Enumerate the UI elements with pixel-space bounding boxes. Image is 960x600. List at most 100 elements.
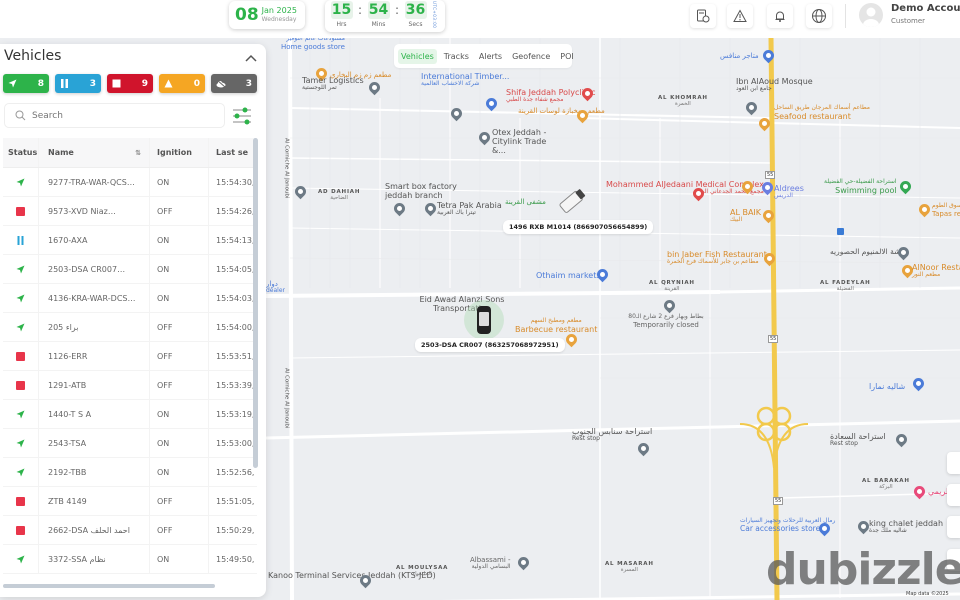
highway-shield: 55 <box>765 171 776 179</box>
divider <box>845 4 846 28</box>
place-binjaber[interactable]: bin Jaber Fish Restaurant مطاعم بن جابر ل… <box>667 250 767 266</box>
vehicle-truck-icon[interactable] <box>556 186 590 216</box>
layers-button[interactable] <box>947 516 960 538</box>
place-tetra[interactable]: Tetra Pak Arabia تيترا باك العربية <box>437 201 502 217</box>
vertical-scrollbar[interactable] <box>253 138 258 468</box>
name-cell: 3372-SSA نظام <box>39 545 150 573</box>
place-sanabis[interactable]: استراحة سنابس الجنوب Rest stop <box>572 427 652 443</box>
place-intl-timber[interactable]: International Timber... شركة الاخشاب العا… <box>421 72 509 88</box>
place-dealer[interactable]: دوار dealer <box>266 280 285 295</box>
ignition-cell: OFF <box>150 313 209 341</box>
vehicle-label[interactable]: 1496 RXB M1014 (866907056654899) <box>503 220 654 234</box>
table-row[interactable]: 9277-TRA-WAR-QCS…ON 15:54:30, 0 <box>3 168 257 197</box>
chip-offline[interactable]: 3 <box>211 74 257 93</box>
place-othaim[interactable]: Othaim markets <box>536 271 601 280</box>
name-cell: 9573-XVD Niaz… <box>39 197 150 225</box>
stop-square-icon <box>16 206 25 216</box>
col-last-seen[interactable]: Last se <box>209 138 257 167</box>
navigation-arrow-icon <box>16 468 25 476</box>
chip-alert[interactable]: 0 <box>159 74 205 93</box>
filter-sliders-icon[interactable] <box>231 105 253 127</box>
tab-poi[interactable]: POI <box>557 49 576 64</box>
notifications-button[interactable] <box>767 4 793 28</box>
table-row[interactable]: 2503-DSA CR007…ON 15:54:05, 0 <box>3 255 257 284</box>
place-fadela-pool[interactable]: استراحة الفضيلة-حي الفضيلة Swimming pool <box>824 178 897 195</box>
place-otex[interactable]: Otex Jeddah - Citylink Trade &... <box>492 128 562 156</box>
search-input[interactable] <box>32 110 202 121</box>
map-control-button[interactable] <box>947 452 960 474</box>
map-attribution: Map data ©2025 <box>906 591 949 597</box>
map-control-button[interactable] <box>947 484 960 506</box>
chip-stopped[interactable]: 9 <box>107 74 153 93</box>
place-munafes[interactable]: متاجر منافس <box>720 52 759 60</box>
tab-geofence[interactable]: Geofence <box>509 49 553 64</box>
place-aldrees[interactable]: Aldrees الدريس <box>774 184 804 200</box>
table-row[interactable]: ZTB 4149OFF 15:51:05, 0 <box>3 487 257 516</box>
reports-button[interactable] <box>690 4 716 28</box>
name-cell: 4136-KRA-WAR-DCS… <box>39 284 150 312</box>
place-medical[interactable]: Mohammed AlJedaani Medical Complex مجمع م… <box>606 180 764 196</box>
chevron-up-icon[interactable] <box>244 52 258 64</box>
avatar[interactable] <box>859 3 883 27</box>
place-tapas[interactable]: سوق الطومTapas resta <box>932 202 960 218</box>
area-dahiah: AD DAHIAH الضاحية <box>318 189 361 201</box>
tab-tracks[interactable]: Tracks <box>441 49 472 64</box>
last-seen-cell: 15:54:13, 0 <box>216 235 257 245</box>
place-nmara[interactable]: شاليه نمارا <box>869 382 905 391</box>
language-button[interactable] <box>806 4 832 28</box>
stop-square-icon <box>16 351 25 361</box>
table-row[interactable]: 2662-DSA احمد الحلفOFF 15:50:29, 0 <box>3 516 257 545</box>
place-bbq[interactable]: مطعم ومطبخ السهم Barbecue restaurant <box>515 317 597 334</box>
chip-moving[interactable]: 8 <box>3 74 49 93</box>
place-seafood[interactable]: مطاعم أسماك المرجان طريق الساحل Seafood r… <box>774 104 870 121</box>
table-row[interactable]: 205 براءOFF 15:54:00, 0 <box>3 313 257 342</box>
status-cell <box>3 545 39 573</box>
pause-icon <box>61 79 68 88</box>
tab-alerts[interactable]: Alerts <box>476 49 505 64</box>
place-tamer[interactable]: Tamer Logistics تمر اللوجستية <box>302 76 364 92</box>
table-row[interactable]: 1126-ERROFF 15:53:51, 0 <box>3 342 257 371</box>
place-battat[interactable]: بطاط وبهار فرع 2 شارع الـ80 Temporarily c… <box>626 313 706 329</box>
place-saada[interactable]: استراحة السعادة Rest stop <box>830 432 886 448</box>
table-row[interactable]: 2192-TBBON 15:52:56, 0 <box>3 458 257 487</box>
place-mosque[interactable]: Ibn AlAoud Mosque جامع ابن العود <box>736 77 813 93</box>
ignition-cell: ON <box>150 545 209 573</box>
bus-stop-icon[interactable] <box>837 228 844 235</box>
last-seen-cell: 15:54:05, 0 <box>216 264 257 274</box>
chip-idle[interactable]: 3 <box>55 74 101 93</box>
date-month-year: Jan 2025 <box>261 6 297 15</box>
table-row[interactable]: 1291-ATBOFF 15:53:39, 0 <box>3 371 257 400</box>
table-row[interactable]: 9573-XVD Niaz…OFF 15:54:26, 0 <box>3 197 257 226</box>
col-name[interactable]: Name ⇅ <box>39 138 150 167</box>
place-alnoor[interactable]: AlNoor Resta مطعم النور <box>912 263 960 279</box>
chip-count: 3 <box>89 78 96 89</box>
place-home-goods[interactable]: مستودعات عالم التوفير Home goods store <box>281 38 345 51</box>
table-row[interactable]: 2543-TSAON 15:53:00, 0 <box>3 429 257 458</box>
alerts-button[interactable] <box>727 4 753 28</box>
place-rim[interactable]: لريمي <box>928 487 948 496</box>
sort-icon[interactable]: ⇅ <box>135 149 141 157</box>
col-ignition[interactable]: Ignition <box>150 138 209 167</box>
chip-count: 3 <box>245 78 252 89</box>
bell-icon <box>775 11 785 22</box>
horizontal-scrollbar[interactable] <box>3 584 215 588</box>
col-status[interactable]: Status <box>3 138 39 167</box>
table-row[interactable]: 1670-AXAON 15:54:13, 0 <box>3 226 257 255</box>
vehicle-car-icon[interactable] <box>474 304 494 336</box>
tab-vehicles[interactable]: Vehicles <box>398 48 437 64</box>
place-king-chalet[interactable]: king chalet jeddah شاليه ملك جدة <box>869 519 943 535</box>
name-cell: 1126-ERR <box>39 342 150 370</box>
area-khomrah: AL KHOMRAH الخمرة <box>658 95 708 107</box>
area-moulysaa: AL MOULYSAA المليساء <box>396 565 449 577</box>
cloud-off-icon <box>216 79 226 88</box>
place-smartbox[interactable]: Smart box factory jeddah branch <box>385 182 465 200</box>
vehicle-label[interactable]: 2503-DSA CR007 (863257068972951) <box>415 338 565 352</box>
table-row[interactable]: 4136-KRA-WAR-DCS…ON 15:54:03, 0 <box>3 284 257 313</box>
table-row[interactable]: 1440-T S AON 15:53:19, 0 <box>3 400 257 429</box>
place-workshop[interactable]: ورشة الالمنيوم الحصوريه <box>830 247 908 257</box>
ignition-cell: ON <box>150 226 209 254</box>
place-albassami[interactable]: Albassami - البسامي الدولية <box>470 556 511 571</box>
table-row[interactable]: 3372-SSA نظامON 15:49:50, 0 <box>3 545 257 574</box>
place-albaik[interactable]: AL BAIK البيك <box>730 208 761 224</box>
user-name[interactable]: Demo Account <box>891 3 960 14</box>
